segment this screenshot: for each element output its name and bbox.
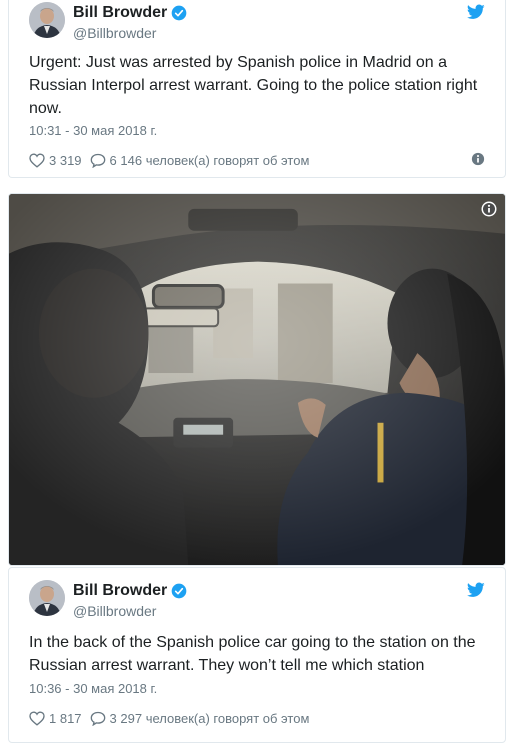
tweet-text: In the back of the Spanish police car go… [29, 634, 476, 674]
police-car-photo [9, 194, 505, 565]
avatar[interactable] [29, 580, 65, 616]
author-handle[interactable]: @Billbrowder [73, 25, 156, 41]
author-handle[interactable]: @Billbrowder [73, 603, 156, 619]
heart-icon [29, 710, 45, 726]
like-count: 3 319 [49, 152, 82, 168]
info-icon[interactable] [481, 201, 497, 217]
verified-badge-icon [171, 5, 187, 21]
tweet-timestamp[interactable]: 10:36 - 30 мая 2018 г. [29, 681, 157, 696]
speech-bubble-icon [90, 153, 105, 168]
conversation-count: 3 297 человек(а) говорят об этом [109, 710, 310, 726]
twitter-bird-icon[interactable] [467, 4, 485, 20]
tweet-card-2[interactable]: Bill Browder @Billbrowder In the back of… [8, 567, 506, 743]
tweet-media[interactable] [8, 193, 506, 566]
twitter-bird-icon[interactable] [467, 582, 485, 598]
tweet-actions: 1 817 3 297 человек(а) говорят об этом [29, 709, 485, 727]
conversation-action[interactable]: 6 146 человек(а) говорят об этом [90, 152, 310, 168]
author-name-row: Bill Browder [73, 4, 187, 22]
display-name[interactable]: Bill Browder [73, 582, 167, 600]
heart-icon [29, 152, 45, 168]
like-count: 1 817 [49, 710, 82, 726]
tweet-text: Urgent: Just was arrested by Spanish pol… [29, 54, 478, 117]
tweet-actions: 3 319 6 146 человек(а) говорят об этом [29, 151, 485, 169]
author-name-row: Bill Browder [73, 582, 187, 600]
avatar[interactable] [29, 2, 65, 38]
info-icon[interactable] [471, 152, 485, 166]
display-name[interactable]: Bill Browder [73, 4, 167, 22]
tweet-header: Bill Browder @Billbrowder [29, 580, 485, 626]
tweet-timestamp[interactable]: 10:31 - 30 мая 2018 г. [29, 123, 157, 138]
conversation-action[interactable]: 3 297 человек(а) говорят об этом [90, 710, 310, 726]
conversation-count: 6 146 человек(а) говорят об этом [109, 152, 310, 168]
speech-bubble-icon [90, 711, 105, 726]
tweet-header: Bill Browder @Billbrowder [29, 2, 485, 48]
like-action[interactable]: 1 817 [29, 711, 82, 726]
verified-badge-icon [171, 583, 187, 599]
tweet-card-1[interactable]: Bill Browder @Billbrowder Urgent: Just w… [8, 0, 506, 178]
like-action[interactable]: 3 319 [29, 153, 82, 168]
